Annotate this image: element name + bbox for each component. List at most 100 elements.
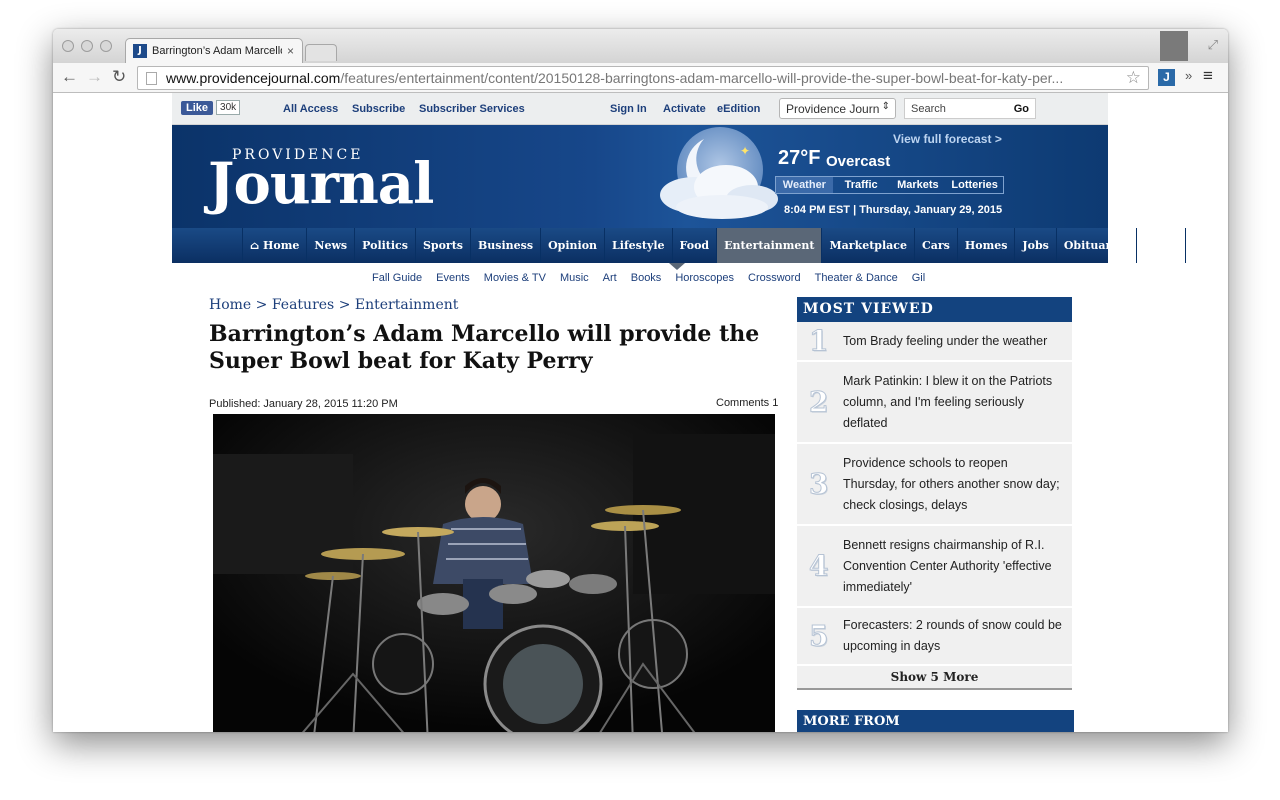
url-path: /features/entertainment/content/20150128… bbox=[340, 70, 1064, 86]
tab-lotteries[interactable]: Lotteries bbox=[946, 177, 1003, 193]
main-nav: ⌂ Home News Politics Sports Business Opi… bbox=[172, 228, 1187, 263]
subnav-crossword[interactable]: Crossword bbox=[748, 272, 801, 284]
breadcrumb: Home > Features > Entertainment bbox=[209, 297, 458, 313]
nav-item-homes[interactable]: Homes bbox=[958, 228, 1016, 263]
all-access-link[interactable]: All Access bbox=[283, 103, 338, 115]
facebook-like-count: 30k bbox=[216, 100, 241, 115]
most-viewed-item[interactable]: 5 Forecasters: 2 rounds of snow could be… bbox=[797, 608, 1072, 666]
tab-markets[interactable]: Markets bbox=[890, 177, 947, 193]
rank-number: 3 bbox=[808, 467, 829, 501]
most-viewed-link[interactable]: Forecasters: 2 rounds of snow could be u… bbox=[843, 615, 1062, 657]
nav-item-jobs[interactable]: Jobs bbox=[1015, 228, 1057, 263]
comments-link[interactable]: Comments 1 bbox=[716, 397, 778, 409]
url-host: www.providencejournal.com bbox=[166, 70, 341, 86]
most-viewed-item[interactable]: 4 Bennett resigns chairmanship of R.I. C… bbox=[797, 526, 1072, 608]
nav-item-obituaries[interactable]: Obituaries bbox=[1057, 228, 1137, 263]
reload-icon[interactable]: ↻ bbox=[112, 67, 126, 87]
weather-tabs: Weather Traffic Markets Lotteries bbox=[775, 176, 1004, 194]
eedition-link[interactable]: eEdition bbox=[717, 103, 760, 115]
site-container: Like 30k All Access Subscribe Subscriber… bbox=[172, 93, 1187, 732]
nav-item-lifestyle[interactable]: Lifestyle bbox=[605, 228, 673, 263]
sign-in-link[interactable]: Sign In bbox=[610, 103, 647, 115]
subnav-horoscopes[interactable]: Horoscopes bbox=[675, 272, 734, 284]
most-viewed-link[interactable]: Tom Brady feeling under the weather bbox=[843, 331, 1047, 352]
nav-item-marketplace[interactable]: Marketplace bbox=[822, 228, 915, 263]
subscribe-link[interactable]: Subscribe bbox=[352, 103, 405, 115]
weather-condition: Overcast bbox=[826, 153, 891, 170]
tab-close-icon[interactable]: × bbox=[287, 44, 294, 58]
tab-weather[interactable]: Weather bbox=[776, 177, 833, 193]
subnav-fall-guide[interactable]: Fall Guide bbox=[372, 272, 422, 284]
site-select-value: Providence Journ bbox=[786, 102, 880, 116]
subnav-events[interactable]: Events bbox=[436, 272, 470, 284]
profile-avatar[interactable] bbox=[1160, 31, 1188, 61]
browser-toolbar: ← → ↻ www.providencejournal.com /feature… bbox=[53, 63, 1228, 93]
subnav-music[interactable]: Music bbox=[560, 272, 589, 284]
nav-item-sports[interactable]: Sports bbox=[416, 228, 471, 263]
browser-tab[interactable]: J Barrington’s Adam Marcello × bbox=[125, 38, 303, 63]
subnav-art[interactable]: Art bbox=[603, 272, 617, 284]
nav-item-home[interactable]: ⌂ Home bbox=[243, 228, 308, 263]
nav-item-food[interactable]: Food bbox=[673, 228, 718, 263]
most-viewed-item[interactable]: 1 Tom Brady feeling under the weather bbox=[797, 322, 1072, 362]
forward-arrow-icon[interactable]: → bbox=[86, 67, 103, 87]
nav-item-politics[interactable]: Politics bbox=[355, 228, 416, 263]
nav-item-opinion[interactable]: Opinion bbox=[541, 228, 606, 263]
browser-window: J Barrington’s Adam Marcello × ⤢ ← → ↻ w… bbox=[53, 29, 1228, 732]
rank-number: 2 bbox=[808, 385, 829, 419]
zoom-window-button[interactable] bbox=[100, 40, 112, 52]
active-nav-pointer bbox=[669, 263, 685, 270]
select-arrows-icon: ⇕ bbox=[881, 101, 890, 112]
view-forecast-link[interactable]: View full forecast > bbox=[893, 132, 1002, 146]
most-viewed-link[interactable]: Mark Patinkin: I blew it on the Patriots… bbox=[843, 371, 1062, 434]
address-bar[interactable]: www.providencejournal.com /features/ente… bbox=[137, 66, 1149, 90]
article-photo[interactable] bbox=[213, 414, 775, 732]
nav-item-index[interactable]: Index bbox=[1137, 228, 1187, 263]
subnav-theater-dance[interactable]: Theater & Dance bbox=[815, 272, 898, 284]
rank-number: 1 bbox=[808, 324, 829, 358]
published-date: Published: January 28, 2015 11:20 PM bbox=[209, 398, 398, 410]
breadcrumb-home[interactable]: Home bbox=[209, 297, 251, 313]
close-window-button[interactable] bbox=[62, 40, 74, 52]
nav-item-entertainment[interactable]: Entertainment bbox=[717, 228, 823, 263]
extensions-overflow-icon[interactable]: » bbox=[1185, 68, 1192, 83]
rank-number: 5 bbox=[808, 619, 829, 653]
site-select[interactable]: Providence Journ ⇕ bbox=[779, 98, 896, 119]
rank-number: 4 bbox=[808, 549, 829, 583]
facebook-like-button[interactable]: Like bbox=[181, 100, 214, 115]
breadcrumb-entertainment[interactable]: Entertainment bbox=[355, 297, 459, 313]
show-more-button[interactable]: Show 5 More bbox=[797, 666, 1072, 690]
utility-bar: Like 30k All Access Subscribe Subscriber… bbox=[172, 93, 1108, 125]
current-datetime: 8:04 PM EST | Thursday, January 29, 2015 bbox=[784, 204, 1003, 216]
search-input[interactable]: Search Go bbox=[904, 98, 1036, 119]
most-viewed-link[interactable]: Bennett resigns chairmanship of R.I. Con… bbox=[843, 535, 1062, 598]
facebook-like[interactable]: Like 30k bbox=[181, 100, 241, 115]
search-placeholder: Search bbox=[911, 103, 946, 115]
journal-extension-icon[interactable]: J bbox=[1158, 69, 1175, 86]
svg-text:✦: ✦ bbox=[740, 144, 750, 158]
nav-item-cars[interactable]: Cars bbox=[915, 228, 958, 263]
site-logo[interactable]: Journal bbox=[208, 151, 434, 217]
subnav-gil[interactable]: Gil bbox=[912, 272, 925, 284]
subscriber-services-link[interactable]: Subscriber Services bbox=[419, 103, 525, 115]
subnav-books[interactable]: Books bbox=[631, 272, 662, 284]
subnav-movies-tv[interactable]: Movies & TV bbox=[484, 272, 546, 284]
browser-menu-icon[interactable]: ≡ bbox=[1203, 66, 1213, 86]
most-viewed-link[interactable]: Providence schools to reopen Thursday, f… bbox=[843, 453, 1062, 516]
tab-title: Barrington’s Adam Marcello bbox=[152, 45, 282, 57]
fullscreen-icon[interactable]: ⤢ bbox=[1208, 37, 1218, 53]
new-tab-button[interactable] bbox=[305, 44, 337, 61]
most-viewed-item[interactable]: 2 Mark Patinkin: I blew it on the Patrio… bbox=[797, 362, 1072, 444]
nav-item-news[interactable]: News bbox=[307, 228, 356, 263]
page-icon bbox=[146, 71, 157, 85]
breadcrumb-features[interactable]: Features bbox=[272, 297, 334, 313]
minimize-window-button[interactable] bbox=[81, 40, 93, 52]
most-viewed-list: 1 Tom Brady feeling under the weather 2 … bbox=[797, 322, 1072, 666]
search-go-button[interactable]: Go bbox=[1014, 103, 1029, 115]
most-viewed-item[interactable]: 3 Providence schools to reopen Thursday,… bbox=[797, 444, 1072, 526]
back-arrow-icon[interactable]: ← bbox=[61, 67, 78, 87]
bookmark-star-icon[interactable]: ☆ bbox=[1126, 68, 1141, 88]
activate-link[interactable]: Activate bbox=[663, 103, 706, 115]
nav-item-business[interactable]: Business bbox=[471, 228, 542, 263]
tab-traffic[interactable]: Traffic bbox=[833, 177, 890, 193]
